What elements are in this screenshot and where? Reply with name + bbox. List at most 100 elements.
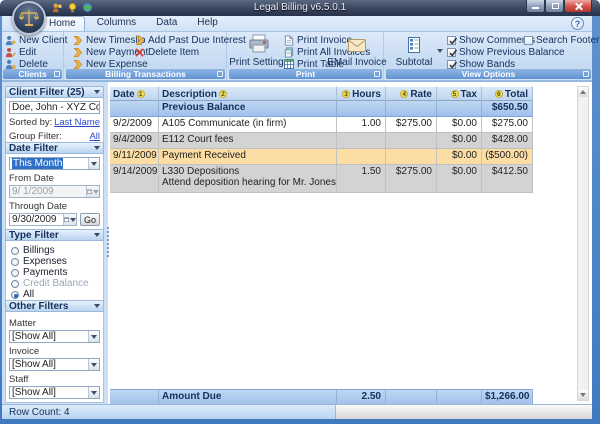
window-title: Legal Billing v6.5.0.1 — [150, 2, 450, 13]
radio-credit-balance[interactable]: Credit Balance — [11, 279, 100, 288]
radio-expenses[interactable]: Expenses — [11, 257, 100, 266]
sort-order-badge: 4 — [400, 90, 408, 98]
scroll-up-icon — [580, 90, 586, 94]
edit-client-button[interactable]: Edit — [5, 46, 67, 58]
amount-due-label: Amount Due — [159, 390, 337, 405]
date-filter-panel: Date Filter This Month From Date 9/ 1/20… — [5, 142, 104, 230]
staff-label: Staff — [9, 374, 100, 385]
lamp-icon[interactable] — [67, 2, 78, 13]
yellow-arrow-icon — [72, 47, 83, 58]
invoice-combo[interactable]: [Show All] — [9, 358, 100, 371]
invoice-label: Invoice — [9, 346, 100, 357]
table-row[interactable]: 9/14/2009 L330 DepositionsAttend deposit… — [110, 165, 533, 193]
sort-order-badge: 1 — [137, 90, 145, 98]
globe-icon[interactable] — [82, 2, 93, 13]
column-header-date[interactable]: Date1 — [110, 86, 159, 101]
maximize-button[interactable] — [545, 0, 564, 13]
show-previous-balance-checkbox[interactable]: Show Previous Balance — [447, 46, 565, 58]
group-filter-label: Group Filter: — [9, 131, 62, 142]
radio-payments[interactable]: Payments — [11, 268, 100, 277]
tab-data[interactable]: Data — [148, 16, 185, 31]
other-filters-header[interactable]: Other Filters — [5, 300, 104, 312]
yellow-arrow-icon — [72, 35, 83, 46]
filter-sidebar: Client Filter (25) Doe, John - XYZ Corpo… — [2, 82, 108, 404]
scroll-down-button[interactable] — [578, 390, 588, 400]
amount-due-row: Amount Due 2.50 $1,266.00 — [110, 389, 533, 405]
row-comment: Attend deposition hearing for Mr. Jones — [162, 177, 332, 188]
subtotal-dropdown-icon[interactable] — [437, 49, 443, 53]
type-filter-panel: Type Filter Billings Expenses Payments C… — [5, 229, 104, 305]
scroll-down-icon — [580, 393, 586, 397]
table-header-row: Date1 Description2 3Hours 4Rate 5Tax 6To… — [110, 86, 533, 101]
column-header-hours[interactable]: 3Hours — [337, 86, 386, 101]
scroll-up-button[interactable] — [578, 87, 588, 97]
group-label-clients: Clients — [3, 69, 62, 79]
date-preset-combo[interactable]: This Month — [9, 157, 100, 170]
close-button[interactable] — [564, 0, 592, 13]
dialog-launcher-icon[interactable] — [54, 71, 60, 77]
subtotal-icon — [406, 37, 422, 53]
radio-icon — [11, 291, 19, 299]
maximize-icon — [552, 3, 559, 9]
staff-combo[interactable]: [Show All] — [9, 386, 100, 399]
date-filter-header[interactable]: Date Filter — [5, 142, 104, 154]
new-client-button[interactable]: New Client — [5, 34, 67, 46]
dialog-launcher-icon[interactable] — [217, 71, 223, 77]
go-button[interactable]: Go — [80, 213, 100, 226]
table-row-previous-balance[interactable]: Previous Balance $650.50 — [110, 101, 533, 117]
window-controls — [526, 0, 592, 13]
tab-help[interactable]: Help — [189, 16, 226, 31]
pages-icon — [284, 47, 294, 58]
from-date-input[interactable]: 9/ 1/2009 — [9, 185, 100, 198]
red-x-icon — [134, 47, 145, 58]
table-row[interactable]: 9/2/2009 A105 Communicate (in firm) 1.00… — [110, 117, 533, 133]
sort-order-badge: 2 — [219, 90, 227, 98]
subtotal-button[interactable]: Subtotal — [393, 34, 435, 68]
sort-order-badge: 3 — [342, 90, 350, 98]
column-header-total[interactable]: 6Total — [482, 86, 533, 101]
column-header-rate[interactable]: 4Rate — [386, 86, 437, 101]
tab-home[interactable]: Home — [40, 16, 85, 31]
column-header-tax[interactable]: 5Tax — [437, 86, 482, 101]
minimize-button[interactable] — [526, 0, 545, 13]
dialog-launcher-icon[interactable] — [374, 71, 380, 77]
calendar-icon[interactable] — [63, 214, 76, 225]
person-delete-icon — [5, 59, 16, 70]
envelope-icon — [348, 39, 366, 52]
radio-all[interactable]: All — [11, 290, 100, 299]
client-filter-header[interactable]: Client Filter (25) — [5, 86, 104, 98]
app-button[interactable] — [12, 1, 46, 35]
tab-columns[interactable]: Columns — [89, 16, 144, 31]
people-icon[interactable] — [52, 2, 63, 13]
dialog-launcher-icon[interactable] — [583, 71, 589, 77]
radio-billings[interactable]: Billings — [11, 246, 100, 255]
print-settings-button[interactable]: Print Settings — [234, 34, 284, 68]
matter-combo[interactable]: [Show All] — [9, 330, 100, 343]
table-row[interactable]: 9/4/2009 E112 Court fees $0.00 $428.00 — [110, 133, 533, 149]
help-button[interactable]: ? — [571, 17, 584, 30]
ribbon: New Client Edit Delete Clients New Times… — [2, 31, 592, 80]
combo-arrow-icon — [88, 387, 99, 398]
client-combo[interactable]: Doe, John - XYZ Corporation — [9, 101, 100, 114]
checkbox-icon — [447, 60, 456, 69]
search-footer-checkbox[interactable]: Search Footer — [524, 34, 599, 46]
table-icon — [284, 59, 294, 69]
column-header-description[interactable]: Description2 — [159, 86, 337, 101]
vertical-scrollbar[interactable] — [577, 86, 589, 401]
table-row-payment[interactable]: 9/11/2009 Payment Received $0.00 ($500.0… — [110, 149, 533, 165]
matter-label: Matter — [9, 318, 100, 329]
group-filter-link[interactable]: All — [89, 131, 100, 142]
group-clients: New Client Edit Delete Clients — [2, 32, 64, 80]
radio-icon — [11, 258, 19, 266]
amount-due-hours: 2.50 — [337, 390, 386, 405]
through-date-input[interactable]: 9/30/2009 — [9, 213, 77, 226]
amount-due-total: $1,266.00 — [482, 390, 533, 405]
type-filter-header[interactable]: Type Filter — [5, 229, 104, 241]
printer-icon — [248, 34, 270, 53]
group-label-billing-transactions: Billing Transactions — [66, 69, 225, 79]
radio-icon — [11, 269, 19, 277]
sorted-by-link[interactable]: Last Name — [54, 117, 100, 128]
question-icon: ? — [575, 19, 581, 29]
collapse-arrow-icon — [94, 233, 100, 237]
email-invoice-button[interactable]: EMail Invoice — [332, 34, 382, 68]
